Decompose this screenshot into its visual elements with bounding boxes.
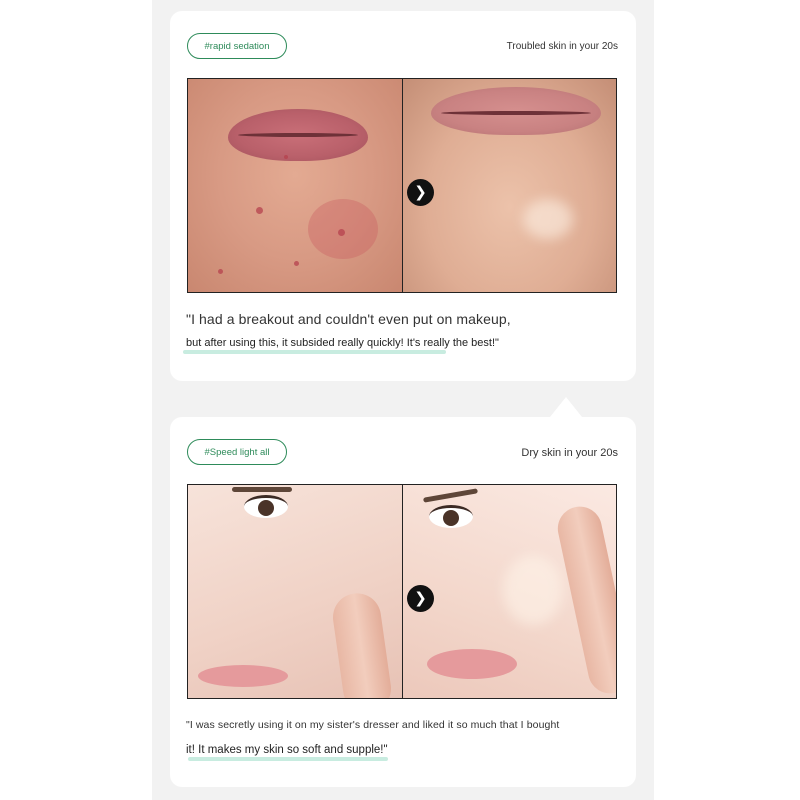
- skin-type-label: Troubled skin in your 20s: [506, 41, 618, 52]
- lips-shape: [430, 87, 601, 135]
- speech-notch: [382, 0, 414, 11]
- eyebrow: [422, 488, 478, 503]
- review-quote-text: but after using this, it subsided really…: [186, 337, 499, 349]
- before-photo: [188, 79, 402, 292]
- before-after-photos: ❯: [187, 484, 617, 699]
- before-photo: [188, 485, 402, 698]
- after-photo: [401, 79, 616, 292]
- skin-glow: [522, 199, 573, 239]
- lips: [426, 649, 517, 679]
- blemish: [338, 229, 345, 236]
- review-quote-text: it! It makes my skin so soft and supple!…: [186, 744, 388, 756]
- eye: [428, 505, 473, 528]
- review-quote-line-2: it! It makes my skin so soft and supple!…: [186, 744, 388, 756]
- blemish: [256, 207, 263, 214]
- skin-type-label: Dry skin in your 20s: [521, 447, 618, 459]
- hashtag-badge: #Speed light all: [187, 439, 287, 465]
- blemish: [294, 261, 299, 266]
- lips-shape: [228, 109, 368, 161]
- eye: [244, 495, 288, 518]
- text-highlight: [188, 757, 388, 761]
- review-card-2: #Speed light all Dry skin in your 20s ❯ …: [170, 417, 636, 787]
- review-quote-line-1: "I had a breakout and couldn't even put …: [186, 311, 511, 327]
- lips: [198, 665, 288, 687]
- review-card-1: #rapid sedation Troubled skin in your 20…: [170, 11, 636, 381]
- eyebrow: [232, 487, 292, 492]
- before-after-photos: ❯: [187, 78, 617, 293]
- blemish: [284, 155, 288, 159]
- skin-glow: [502, 555, 563, 625]
- finger: [329, 590, 395, 698]
- review-quote-line-2: but after using this, it subsided really…: [186, 337, 499, 349]
- chevron-right-icon: ❯: [407, 179, 434, 206]
- text-highlight: [183, 350, 446, 354]
- blemish: [218, 269, 223, 274]
- hand: [553, 502, 616, 698]
- after-photo: [401, 485, 616, 698]
- hashtag-badge: #rapid sedation: [187, 33, 287, 59]
- speech-notch: [550, 397, 582, 417]
- chevron-right-icon: ❯: [407, 585, 434, 612]
- review-quote-line-1: "I was secretly using it on my sister's …: [186, 719, 560, 731]
